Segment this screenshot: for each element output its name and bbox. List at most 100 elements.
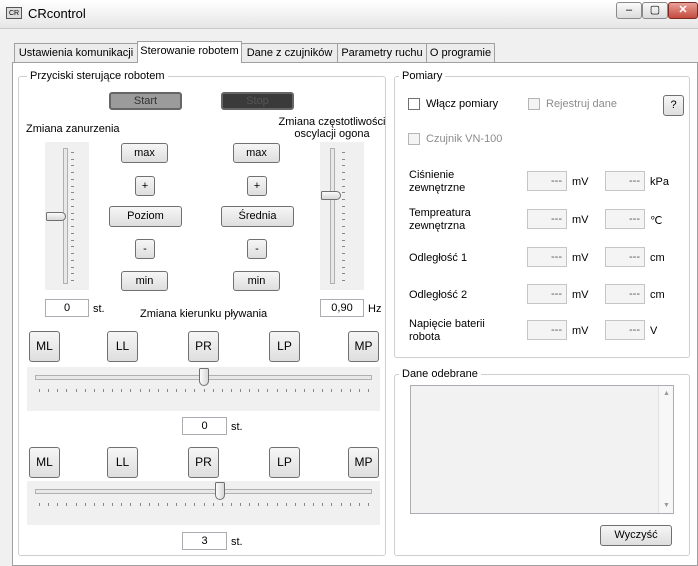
scroll-down-icon[interactable]: ▼ [659, 498, 674, 513]
slider-tick [240, 389, 241, 392]
direction2-pr-button[interactable]: PR [188, 447, 219, 478]
slider-tick [149, 503, 150, 506]
start-button[interactable]: Start [109, 92, 182, 110]
slider-tick [103, 389, 104, 392]
slider-tick [258, 503, 259, 506]
sensor-vn100-checkbox[interactable] [408, 133, 420, 145]
depth-minus-button[interactable]: - [135, 239, 155, 259]
slider-tick [222, 503, 223, 506]
slider-tick [267, 503, 268, 506]
title-bar [0, 0, 698, 29]
slider-tick [249, 503, 250, 506]
pressure-kpa-value: --- [605, 171, 645, 191]
received-data-textarea[interactable]: ▲ ▼ [410, 385, 674, 514]
slider-tick [258, 389, 259, 392]
record-data-checkbox[interactable] [528, 98, 540, 110]
slider-tick [342, 179, 345, 180]
slider-tick [204, 389, 205, 392]
direction2-slider[interactable] [27, 481, 380, 525]
slider-tick [57, 503, 58, 506]
temperature-mv-value: --- [527, 209, 567, 229]
pressure-mv-unit: mV [572, 176, 589, 188]
depth-max-button[interactable]: max [121, 143, 168, 163]
slider-tick [167, 503, 168, 506]
direction1-pr-button[interactable]: PR [188, 331, 219, 362]
slider-tick [331, 503, 332, 506]
depth-plus-button[interactable]: + [135, 176, 155, 196]
direction2-mp-button[interactable]: MP [348, 447, 379, 478]
tail-max-button[interactable]: max [233, 143, 280, 163]
slider-tick [48, 503, 49, 506]
slider-tick [231, 389, 232, 392]
stop-button[interactable]: Stop [221, 92, 294, 110]
slider-tick [176, 503, 177, 506]
tab-motion-parameters[interactable]: Parametry ruchu [337, 43, 427, 62]
slider-tick [313, 389, 314, 392]
direction1-mp-button[interactable]: MP [348, 331, 379, 362]
pressure-label: Ciśnienie zewnętrzne [409, 169, 466, 194]
slider-tick [322, 503, 323, 506]
tail-min-button[interactable]: min [233, 271, 280, 291]
slider-tick [322, 389, 323, 392]
direction1-slider-thumb[interactable] [199, 368, 209, 386]
direction1-slider[interactable] [27, 367, 380, 411]
distance2-mv-value: --- [527, 284, 567, 304]
direction2-lp-button[interactable]: LP [269, 447, 300, 478]
slider-tick [267, 389, 268, 392]
slider-tick [359, 503, 360, 506]
direction2-slider-thumb[interactable] [215, 482, 225, 500]
distance2-mv-unit: mV [572, 289, 589, 301]
slider-tick [342, 159, 345, 160]
temperature-label: Tempreatura zewnętrzna [409, 207, 471, 232]
depth-slider-thumb[interactable] [46, 212, 66, 221]
slider-tick [39, 503, 40, 506]
slider-tick [295, 389, 296, 392]
direction1-ll-button[interactable]: LL [107, 331, 138, 362]
depth-slider[interactable] [45, 142, 89, 290]
slider-tick [342, 219, 345, 220]
direction2-ml-button[interactable]: ML [29, 447, 60, 478]
slider-tick [342, 152, 345, 153]
received-data-scrollbar[interactable]: ▲ ▼ [658, 386, 673, 513]
slider-tick [204, 503, 205, 506]
slider-tick [71, 233, 74, 234]
close-button[interactable]: ✕ [668, 2, 698, 19]
slider-tick [94, 503, 95, 506]
depth-min-button[interactable]: min [121, 271, 168, 291]
tail-minus-button[interactable]: - [247, 239, 267, 259]
tail-slider-thumb[interactable] [321, 191, 341, 200]
tab-robot-control[interactable]: Sterowanie robotem [137, 41, 242, 63]
minimize-button[interactable]: – [616, 2, 642, 19]
help-button[interactable]: ? [663, 95, 684, 116]
slider-tick [71, 152, 74, 153]
tail-frequency-title: Zmiana częstotliwości oscylacji ogona [278, 116, 386, 140]
clear-button[interactable]: Wyczyść [600, 525, 672, 546]
slider-tick [342, 192, 345, 193]
slider-tick [350, 503, 351, 506]
slider-tick [112, 389, 113, 392]
temperature-c-unit: ℃ [650, 215, 663, 227]
depth-level-button[interactable]: Poziom [109, 206, 182, 227]
slider-tick [71, 165, 74, 166]
slider-tick [342, 240, 345, 241]
tail-average-button[interactable]: Średnia [221, 206, 294, 227]
direction2-ll-button[interactable]: LL [107, 447, 138, 478]
tail-frequency-slider[interactable] [320, 142, 364, 290]
tab-sensor-data[interactable]: Dane z czujników [241, 43, 338, 62]
slider-tick [304, 389, 305, 392]
slider-tick [71, 273, 74, 274]
scroll-up-icon[interactable]: ▲ [659, 386, 674, 401]
distance1-mv-unit: mV [572, 252, 589, 264]
tail-plus-button[interactable]: + [247, 176, 267, 196]
maximize-button[interactable]: ▢ [642, 2, 668, 19]
tab-communication-settings[interactable]: Ustawienia komunikacji [14, 43, 138, 62]
pressure-kpa-unit: kPa [650, 176, 669, 188]
direction1-ml-button[interactable]: ML [29, 331, 60, 362]
battery-mv-unit: mV [572, 325, 589, 337]
direction1-lp-button[interactable]: LP [269, 331, 300, 362]
received-data-group-title: Dane odebrane [399, 368, 481, 380]
slider-tick [341, 389, 342, 392]
sensor-vn100-label: Czujnik VN-100 [426, 133, 503, 145]
tab-about[interactable]: O programie [426, 43, 495, 62]
enable-measurements-checkbox[interactable] [408, 98, 420, 110]
